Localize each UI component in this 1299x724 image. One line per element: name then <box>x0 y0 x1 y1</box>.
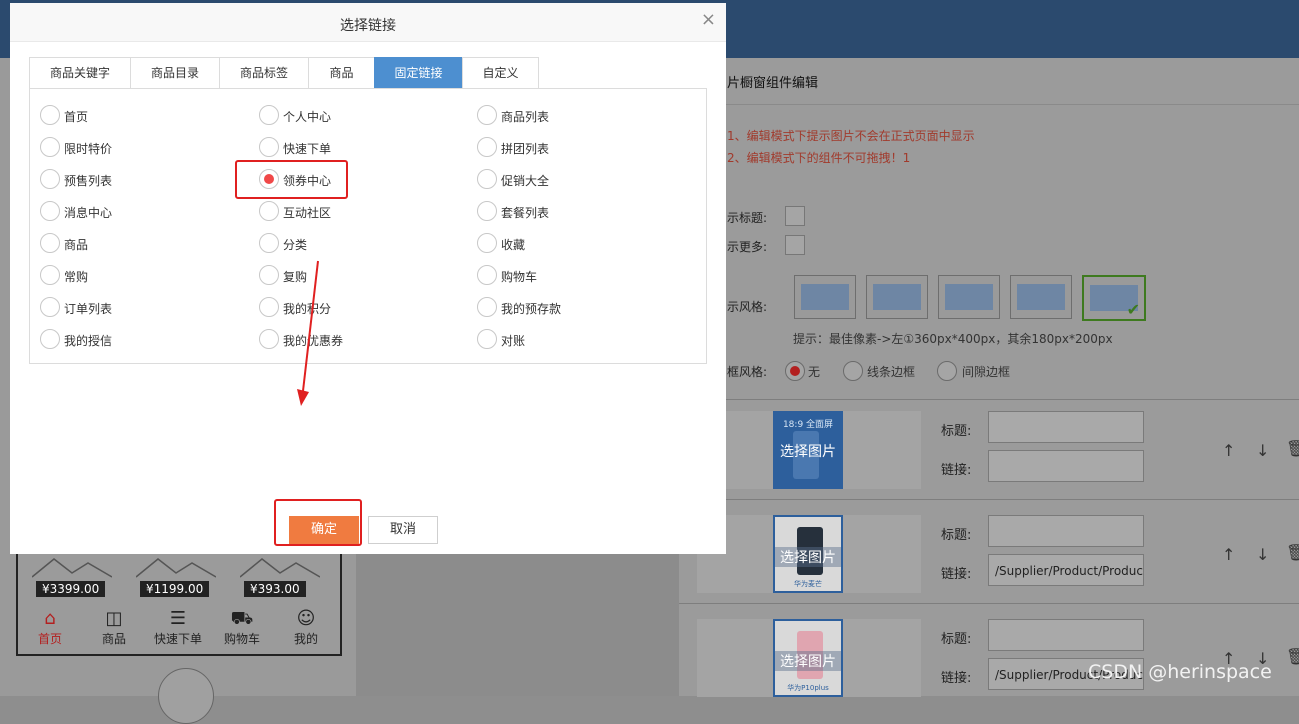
link-label: 链接: <box>941 671 972 686</box>
show-more-checkbox[interactable] <box>785 235 805 255</box>
title-input[interactable] <box>988 411 1144 443</box>
border-line-label: 线条边框 <box>867 365 916 379</box>
nav-label: 我的 <box>293 632 318 646</box>
size-hint: 提示：最佳像素->左①360px*400px，其余180px*200px <box>793 332 1113 346</box>
nav-label: 首页 <box>37 632 62 646</box>
link-label: 链接: <box>941 567 972 582</box>
mountain-placeholder-icon <box>136 558 216 578</box>
title-label: 标题: <box>941 424 972 439</box>
title-input[interactable] <box>988 619 1144 651</box>
title-label: 标题: <box>941 528 972 543</box>
nav-label: 购物车 <box>223 632 260 646</box>
style-option-2[interactable] <box>866 275 928 319</box>
annotation-arrow-icon <box>297 260 319 406</box>
border-label: 框风格: <box>727 365 768 379</box>
choose-image-button[interactable]: 选择图片 华为麦芒 <box>773 515 843 593</box>
divider <box>679 499 1299 500</box>
show-more-label: 示更多: <box>727 240 768 254</box>
nav-quick-order[interactable]: ☰ 快速下单 <box>148 608 208 647</box>
border-line-radio[interactable] <box>843 361 863 381</box>
item-image-box: 18:9 全面屏 选择图片 <box>697 411 921 489</box>
border-gap-label: 间隙边框 <box>962 365 1011 379</box>
choose-image-label: 选择图片 <box>775 547 841 567</box>
move-up-icon[interactable]: ↑ <box>1222 441 1235 460</box>
tip-2: 2、编辑模式下的组件不可拖拽！1 <box>727 151 911 165</box>
style-option-1[interactable] <box>794 275 856 319</box>
home-icon: ⌂ <box>44 608 56 629</box>
floating-circle <box>158 668 214 724</box>
phone-caption: 华为麦芒 <box>794 580 822 588</box>
nav-home[interactable]: ⌂ 首页 <box>20 608 80 647</box>
title-input[interactable] <box>988 515 1144 547</box>
border-none-label: 无 <box>808 365 821 379</box>
choose-image-label: 选择图片 <box>780 444 836 460</box>
border-none-radio[interactable] <box>785 361 805 381</box>
style-option-3[interactable] <box>938 275 1000 319</box>
show-title-checkbox[interactable] <box>785 206 805 226</box>
style-option-5[interactable]: ✔ <box>1082 275 1146 321</box>
delete-icon[interactable]: 🗑 <box>1286 439 1299 458</box>
select-link-dialog: 选择链接 × 商品关键字 商品目录 商品标签 商品 固定链接 自定义 首页 个人中… <box>10 3 726 554</box>
title-label: 标题: <box>941 632 972 647</box>
truck-icon: ⛟ <box>230 608 254 629</box>
show-title-label: 示标题: <box>727 211 768 225</box>
border-gap-radio[interactable] <box>937 361 957 381</box>
link-input[interactable]: /Supplier/Product/Product.a <box>988 554 1144 586</box>
price-tag: ¥1199.00 <box>140 581 210 597</box>
nav-mine[interactable]: ☺ 我的 <box>276 608 336 647</box>
user-icon: ☺ <box>296 608 316 629</box>
check-icon: ✔ <box>1126 300 1140 319</box>
divider <box>679 603 1299 604</box>
banner-text: 18:9 全面屏 <box>782 420 834 430</box>
style-option-4[interactable] <box>1010 275 1072 319</box>
item-image-box: 选择图片 华为麦芒 <box>697 515 921 593</box>
cancel-button[interactable]: 取消 <box>368 516 438 544</box>
item-image-box: 选择图片 华为P10plus <box>697 619 921 697</box>
price-tag: ¥393.00 <box>244 581 306 597</box>
delete-icon[interactable]: 🗑 <box>1286 543 1299 562</box>
choose-image-button[interactable]: 18:9 全面屏 选择图片 <box>773 411 843 489</box>
move-down-icon[interactable]: ↓ <box>1256 545 1269 564</box>
price-tag: ¥3399.00 <box>36 581 106 597</box>
bag-icon: ◫ <box>105 608 123 629</box>
link-input[interactable] <box>988 450 1144 482</box>
delete-icon[interactable]: 🗑 <box>1286 647 1299 666</box>
nav-cart[interactable]: ⛟ 购物车 <box>212 608 272 647</box>
list-icon: ☰ <box>169 608 187 629</box>
confirm-button[interactable]: 确定 <box>289 516 359 544</box>
mountain-placeholder-icon <box>240 558 320 578</box>
editor-title: 片橱窗组件编辑 <box>727 76 819 91</box>
divider <box>679 104 1299 105</box>
mountain-placeholder-icon <box>32 558 112 578</box>
nav-products[interactable]: ◫ 商品 <box>84 608 144 647</box>
product-cell: ¥3399.00 <box>24 555 120 599</box>
move-up-icon[interactable]: ↑ <box>1222 545 1235 564</box>
nav-label: 商品 <box>101 632 126 646</box>
move-down-icon[interactable]: ↓ <box>1256 441 1269 460</box>
product-cell: ¥1199.00 <box>128 555 224 599</box>
product-cell: ¥393.00 <box>232 555 328 599</box>
watermark: CSDN @herinspace <box>1088 661 1272 683</box>
choose-image-button[interactable]: 选择图片 华为P10plus <box>773 619 843 697</box>
style-label: 示风格: <box>727 300 768 314</box>
divider <box>679 399 1299 400</box>
link-label: 链接: <box>941 463 972 478</box>
choose-image-label: 选择图片 <box>775 651 841 671</box>
nav-label: 快速下单 <box>153 632 202 646</box>
tip-1: 1、编辑模式下提示图片不会在正式页面中显示 <box>727 129 975 143</box>
phone-caption: 华为P10plus <box>787 684 829 692</box>
